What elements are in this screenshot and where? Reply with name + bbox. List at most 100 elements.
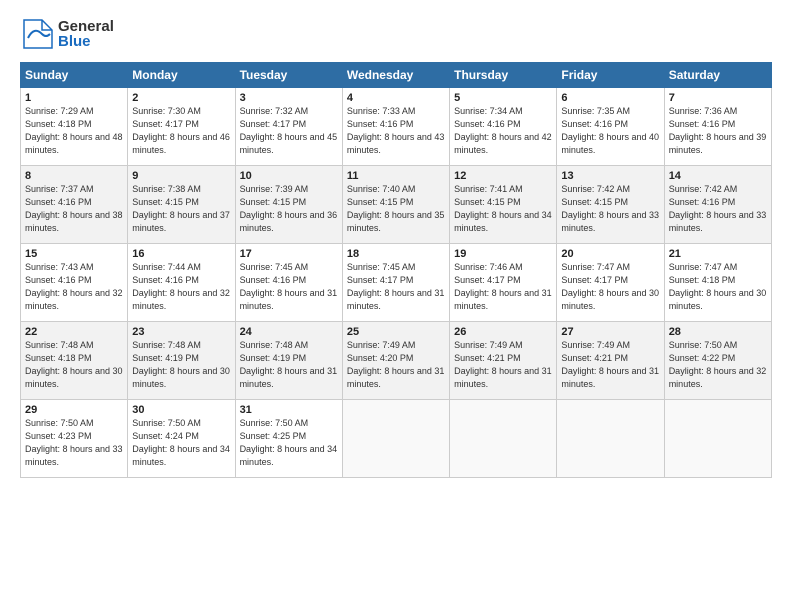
day-cell [450, 400, 557, 478]
day-cell: 28Sunrise: 7:50 AMSunset: 4:22 PMDayligh… [664, 322, 771, 400]
week-row-1: 1Sunrise: 7:29 AMSunset: 4:18 PMDaylight… [21, 88, 772, 166]
day-info: Sunrise: 7:49 AMSunset: 4:21 PMDaylight:… [561, 339, 659, 391]
day-info: Sunrise: 7:48 AMSunset: 4:19 PMDaylight:… [132, 339, 230, 391]
day-info: Sunrise: 7:30 AMSunset: 4:17 PMDaylight:… [132, 105, 230, 157]
day-cell: 17Sunrise: 7:45 AMSunset: 4:16 PMDayligh… [235, 244, 342, 322]
day-number: 4 [347, 92, 445, 104]
col-thursday: Thursday [450, 63, 557, 88]
day-info: Sunrise: 7:35 AMSunset: 4:16 PMDaylight:… [561, 105, 659, 157]
day-number: 23 [132, 326, 230, 338]
day-info: Sunrise: 7:39 AMSunset: 4:15 PMDaylight:… [240, 183, 338, 235]
day-number: 30 [132, 404, 230, 416]
day-number: 31 [240, 404, 338, 416]
day-info: Sunrise: 7:42 AMSunset: 4:16 PMDaylight:… [669, 183, 767, 235]
day-number: 9 [132, 170, 230, 182]
day-number: 3 [240, 92, 338, 104]
day-number: 28 [669, 326, 767, 338]
day-number: 11 [347, 170, 445, 182]
day-number: 21 [669, 248, 767, 260]
day-info: Sunrise: 7:40 AMSunset: 4:15 PMDaylight:… [347, 183, 445, 235]
day-info: Sunrise: 7:33 AMSunset: 4:16 PMDaylight:… [347, 105, 445, 157]
day-cell: 18Sunrise: 7:45 AMSunset: 4:17 PMDayligh… [342, 244, 449, 322]
day-cell [557, 400, 664, 478]
day-number: 8 [25, 170, 123, 182]
week-row-5: 29Sunrise: 7:50 AMSunset: 4:23 PMDayligh… [21, 400, 772, 478]
day-number: 19 [454, 248, 552, 260]
col-tuesday: Tuesday [235, 63, 342, 88]
day-number: 15 [25, 248, 123, 260]
day-cell [342, 400, 449, 478]
day-number: 14 [669, 170, 767, 182]
day-cell: 13Sunrise: 7:42 AMSunset: 4:15 PMDayligh… [557, 166, 664, 244]
day-cell: 24Sunrise: 7:48 AMSunset: 4:19 PMDayligh… [235, 322, 342, 400]
day-number: 26 [454, 326, 552, 338]
week-row-3: 15Sunrise: 7:43 AMSunset: 4:16 PMDayligh… [21, 244, 772, 322]
day-info: Sunrise: 7:48 AMSunset: 4:18 PMDaylight:… [25, 339, 123, 391]
day-info: Sunrise: 7:47 AMSunset: 4:17 PMDaylight:… [561, 261, 659, 313]
day-info: Sunrise: 7:43 AMSunset: 4:16 PMDaylight:… [25, 261, 123, 313]
day-cell: 27Sunrise: 7:49 AMSunset: 4:21 PMDayligh… [557, 322, 664, 400]
week-row-2: 8Sunrise: 7:37 AMSunset: 4:16 PMDaylight… [21, 166, 772, 244]
day-number: 7 [669, 92, 767, 104]
day-cell [664, 400, 771, 478]
day-cell: 7Sunrise: 7:36 AMSunset: 4:16 PMDaylight… [664, 88, 771, 166]
day-cell: 19Sunrise: 7:46 AMSunset: 4:17 PMDayligh… [450, 244, 557, 322]
day-info: Sunrise: 7:45 AMSunset: 4:16 PMDaylight:… [240, 261, 338, 313]
day-cell: 5Sunrise: 7:34 AMSunset: 4:16 PMDaylight… [450, 88, 557, 166]
day-number: 10 [240, 170, 338, 182]
day-info: Sunrise: 7:41 AMSunset: 4:15 PMDaylight:… [454, 183, 552, 235]
day-info: Sunrise: 7:50 AMSunset: 4:24 PMDaylight:… [132, 417, 230, 469]
day-cell: 10Sunrise: 7:39 AMSunset: 4:15 PMDayligh… [235, 166, 342, 244]
day-number: 24 [240, 326, 338, 338]
day-cell: 23Sunrise: 7:48 AMSunset: 4:19 PMDayligh… [128, 322, 235, 400]
day-cell: 8Sunrise: 7:37 AMSunset: 4:16 PMDaylight… [21, 166, 128, 244]
day-info: Sunrise: 7:32 AMSunset: 4:17 PMDaylight:… [240, 105, 338, 157]
day-number: 2 [132, 92, 230, 104]
col-sunday: Sunday [21, 63, 128, 88]
day-info: Sunrise: 7:49 AMSunset: 4:20 PMDaylight:… [347, 339, 445, 391]
col-saturday: Saturday [664, 63, 771, 88]
day-number: 18 [347, 248, 445, 260]
day-info: Sunrise: 7:50 AMSunset: 4:25 PMDaylight:… [240, 417, 338, 469]
day-number: 22 [25, 326, 123, 338]
calendar-table: Sunday Monday Tuesday Wednesday Thursday… [20, 62, 772, 478]
day-cell: 26Sunrise: 7:49 AMSunset: 4:21 PMDayligh… [450, 322, 557, 400]
day-cell: 6Sunrise: 7:35 AMSunset: 4:16 PMDaylight… [557, 88, 664, 166]
day-info: Sunrise: 7:48 AMSunset: 4:19 PMDaylight:… [240, 339, 338, 391]
day-number: 17 [240, 248, 338, 260]
day-cell: 4Sunrise: 7:33 AMSunset: 4:16 PMDaylight… [342, 88, 449, 166]
day-number: 27 [561, 326, 659, 338]
week-row-4: 22Sunrise: 7:48 AMSunset: 4:18 PMDayligh… [21, 322, 772, 400]
day-info: Sunrise: 7:49 AMSunset: 4:21 PMDaylight:… [454, 339, 552, 391]
col-wednesday: Wednesday [342, 63, 449, 88]
header: General Blue [20, 16, 772, 52]
day-cell: 1Sunrise: 7:29 AMSunset: 4:18 PMDaylight… [21, 88, 128, 166]
day-info: Sunrise: 7:47 AMSunset: 4:18 PMDaylight:… [669, 261, 767, 313]
day-number: 29 [25, 404, 123, 416]
day-cell: 14Sunrise: 7:42 AMSunset: 4:16 PMDayligh… [664, 166, 771, 244]
header-row: Sunday Monday Tuesday Wednesday Thursday… [21, 63, 772, 88]
day-cell: 21Sunrise: 7:47 AMSunset: 4:18 PMDayligh… [664, 244, 771, 322]
day-cell: 25Sunrise: 7:49 AMSunset: 4:20 PMDayligh… [342, 322, 449, 400]
day-number: 16 [132, 248, 230, 260]
day-info: Sunrise: 7:29 AMSunset: 4:18 PMDaylight:… [25, 105, 123, 157]
day-info: Sunrise: 7:36 AMSunset: 4:16 PMDaylight:… [669, 105, 767, 157]
day-cell: 9Sunrise: 7:38 AMSunset: 4:15 PMDaylight… [128, 166, 235, 244]
day-cell: 15Sunrise: 7:43 AMSunset: 4:16 PMDayligh… [21, 244, 128, 322]
day-cell: 31Sunrise: 7:50 AMSunset: 4:25 PMDayligh… [235, 400, 342, 478]
day-info: Sunrise: 7:37 AMSunset: 4:16 PMDaylight:… [25, 183, 123, 235]
day-cell: 2Sunrise: 7:30 AMSunset: 4:17 PMDaylight… [128, 88, 235, 166]
col-monday: Monday [128, 63, 235, 88]
day-info: Sunrise: 7:50 AMSunset: 4:22 PMDaylight:… [669, 339, 767, 391]
day-info: Sunrise: 7:34 AMSunset: 4:16 PMDaylight:… [454, 105, 552, 157]
day-info: Sunrise: 7:42 AMSunset: 4:15 PMDaylight:… [561, 183, 659, 235]
day-number: 13 [561, 170, 659, 182]
day-number: 12 [454, 170, 552, 182]
day-cell: 11Sunrise: 7:40 AMSunset: 4:15 PMDayligh… [342, 166, 449, 244]
day-cell: 29Sunrise: 7:50 AMSunset: 4:23 PMDayligh… [21, 400, 128, 478]
day-cell: 12Sunrise: 7:41 AMSunset: 4:15 PMDayligh… [450, 166, 557, 244]
day-cell: 20Sunrise: 7:47 AMSunset: 4:17 PMDayligh… [557, 244, 664, 322]
day-number: 25 [347, 326, 445, 338]
col-friday: Friday [557, 63, 664, 88]
day-cell: 3Sunrise: 7:32 AMSunset: 4:17 PMDaylight… [235, 88, 342, 166]
